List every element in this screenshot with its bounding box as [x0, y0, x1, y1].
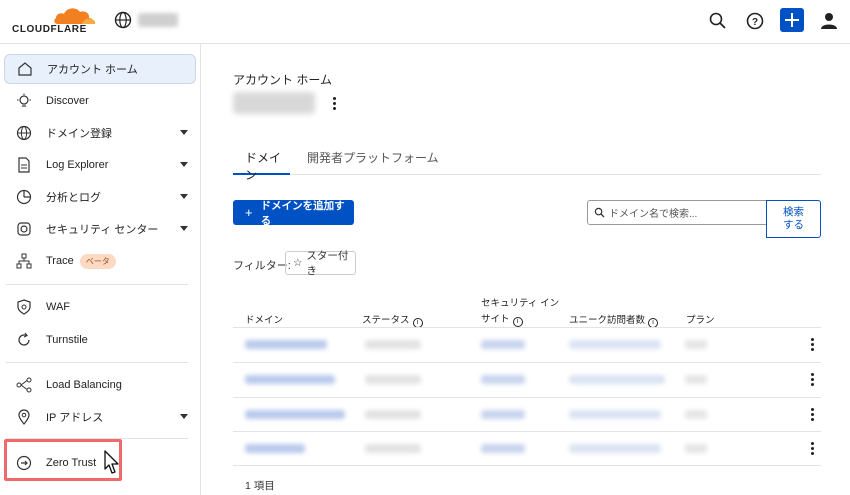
- sidebar-item-ip-addresses[interactable]: IP アドレス: [4, 402, 196, 432]
- account-name[interactable]: [138, 13, 178, 27]
- tab-developer-platform[interactable]: 開発者プラットフォーム: [307, 149, 439, 175]
- starred-filter-chip[interactable]: ☆ スター付き: [285, 250, 356, 277]
- sidebar-item-analytics-logs[interactable]: 分析とログ: [4, 182, 196, 212]
- plus-icon[interactable]: [780, 8, 804, 32]
- column-header-domain[interactable]: ドメイン: [245, 312, 283, 326]
- beta-badge: ベータ: [79, 253, 116, 269]
- cloud-icon: [54, 8, 96, 24]
- table-bottom-divider: [233, 465, 821, 466]
- more-options-icon[interactable]: [333, 97, 337, 111]
- sidebar-item-turnstile[interactable]: Turnstile: [4, 325, 196, 355]
- sidebar-item-load-balancing[interactable]: Load Balancing: [4, 370, 196, 400]
- globe-icon[interactable]: [114, 11, 132, 29]
- star-icon: ☆: [293, 257, 303, 269]
- account-subtitle: [233, 92, 315, 114]
- table-row[interactable]: [233, 432, 821, 466]
- refresh-icon: [18, 332, 30, 346]
- document-icon: [18, 157, 30, 173]
- table-row[interactable]: [233, 328, 821, 362]
- sidebar-item-label: ドメイン登録: [46, 128, 112, 140]
- sidebar-item-discover[interactable]: Discover: [4, 86, 196, 116]
- top-bar: CLOUDFLARE ?: [0, 0, 850, 44]
- column-header-security-insights[interactable]: セキュリティ インサイト i: [481, 296, 561, 328]
- tab-domains[interactable]: ドメイン: [233, 149, 290, 182]
- item-count: 1 項目: [245, 480, 275, 492]
- sidebar-item-domain-registration[interactable]: ドメイン登録: [4, 118, 196, 148]
- sidebar-item-log-explorer[interactable]: Log Explorer: [4, 150, 196, 180]
- plus-icon: +: [245, 205, 253, 220]
- share-icon: [16, 377, 32, 393]
- tab-bar: ドメイン 開発者プラットフォーム: [233, 145, 821, 182]
- row-options-icon[interactable]: [811, 442, 815, 456]
- location-icon: [18, 409, 30, 425]
- lightbulb-icon: [17, 93, 31, 107]
- add-domain-label: ドメインを追加する: [260, 199, 345, 227]
- search-icon[interactable]: [707, 10, 729, 32]
- trace-icon: [16, 253, 32, 269]
- chevron-down-icon: [180, 130, 188, 135]
- search-button[interactable]: 検索する: [766, 200, 821, 238]
- search-icon: [594, 207, 605, 218]
- column-header-unique-visitors[interactable]: ユニーク訪問者数 i: [569, 312, 659, 328]
- starred-filter-label: スター付き: [306, 250, 349, 277]
- chevron-down-icon: [180, 194, 188, 199]
- domain-search-input[interactable]: ドメイン名で検索...: [587, 200, 767, 225]
- logo-text: CLOUDFLARE: [12, 24, 87, 35]
- sidebar-item-label: Discover: [46, 95, 89, 107]
- sidebar: アカウント ホーム Discover ドメイン登録 Log Explorer 分…: [0, 44, 201, 495]
- page-title: アカウント ホーム: [233, 73, 332, 87]
- add-domain-button[interactable]: + ドメインを追加する: [233, 199, 354, 227]
- shield-icon: [17, 299, 31, 315]
- sidebar-item-label: Turnstile: [46, 334, 88, 346]
- cloudflare-logo[interactable]: CLOUDFLARE: [12, 6, 98, 38]
- sidebar-item-trace[interactable]: Trace ベータ: [4, 246, 196, 276]
- sidebar-item-account-home[interactable]: アカウント ホーム: [4, 54, 196, 84]
- sidebar-item-security-center[interactable]: セキュリティ センター: [4, 214, 196, 244]
- sidebar-item-label: アカウント ホーム: [47, 64, 138, 76]
- user-icon[interactable]: [818, 10, 840, 32]
- sidebar-item-waf[interactable]: WAF: [4, 292, 196, 322]
- sidebar-item-label: WAF: [46, 301, 71, 313]
- sidebar-item-label: IP アドレス: [46, 412, 104, 424]
- row-options-icon[interactable]: [811, 373, 815, 387]
- chevron-down-icon: [180, 414, 188, 419]
- mouse-cursor-icon: [104, 450, 119, 474]
- help-icon[interactable]: ?: [744, 10, 766, 32]
- chevron-down-icon: [180, 226, 188, 231]
- globe-icon: [16, 125, 32, 141]
- gear-icon: [17, 222, 31, 236]
- sidebar-divider: [6, 362, 188, 363]
- filter-label: フィルター:: [233, 260, 291, 272]
- svg-text:?: ?: [752, 17, 758, 28]
- column-header-status[interactable]: ステータス i: [362, 312, 423, 328]
- row-options-icon[interactable]: [811, 408, 815, 422]
- chevron-down-icon: [180, 162, 188, 167]
- column-header-plan[interactable]: プラン: [686, 312, 715, 326]
- sidebar-divider: [6, 284, 188, 285]
- search-placeholder: ドメイン名で検索...: [609, 209, 698, 220]
- row-options-icon[interactable]: [811, 338, 815, 352]
- chart-icon: [16, 189, 32, 205]
- home-icon: [18, 62, 32, 76]
- sidebar-item-label: セキュリティ センター: [46, 224, 159, 236]
- sidebar-item-label: Trace: [46, 255, 74, 267]
- info-icon[interactable]: i: [512, 317, 523, 327]
- table-row[interactable]: [233, 398, 821, 432]
- sidebar-item-label: Log Explorer: [46, 159, 109, 171]
- table-row[interactable]: [233, 363, 821, 397]
- sidebar-item-label: Load Balancing: [46, 379, 122, 391]
- sidebar-item-label: 分析とログ: [46, 192, 101, 204]
